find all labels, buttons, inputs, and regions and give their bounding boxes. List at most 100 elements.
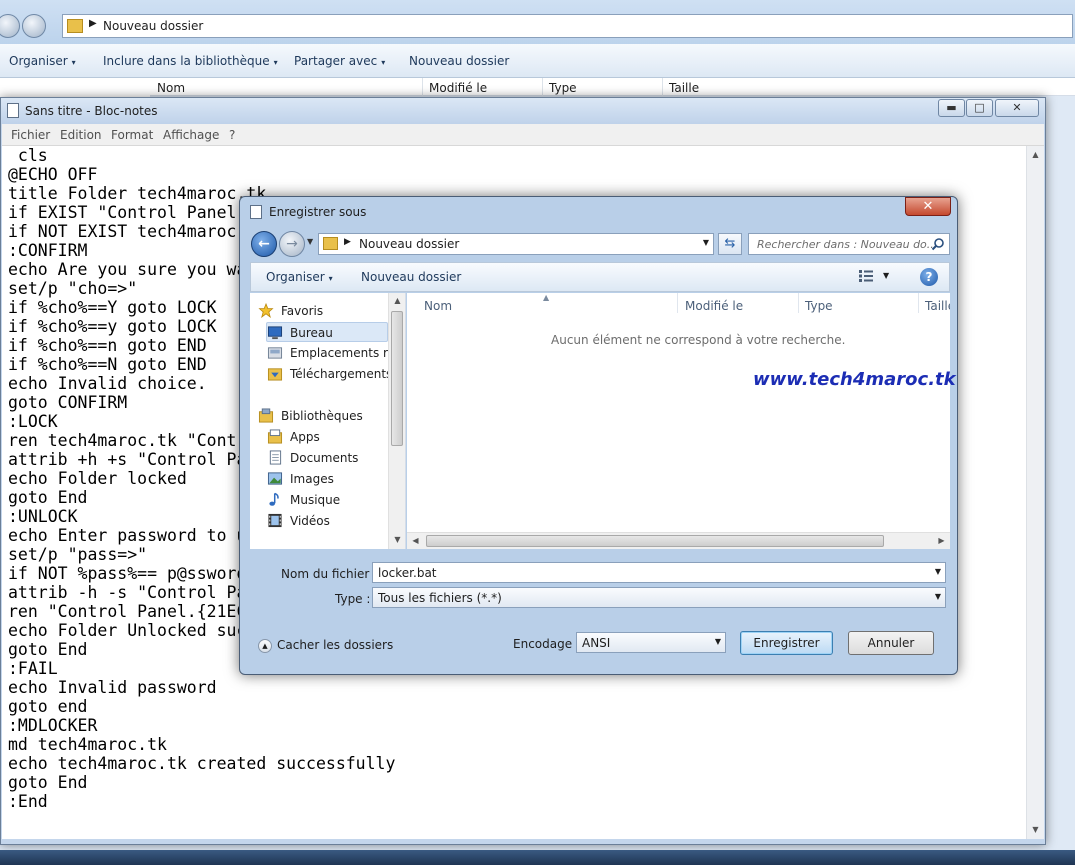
nav-item-downloads[interactable]: Téléchargements bbox=[267, 364, 392, 384]
menu-format[interactable]: Format bbox=[111, 128, 153, 142]
downloads-icon bbox=[267, 368, 283, 381]
nav-pane-scroll-thumb[interactable] bbox=[391, 311, 403, 446]
scroll-up-arrow-icon[interactable]: ▲ bbox=[1027, 147, 1044, 163]
watermark-text: www.tech4maroc.tk bbox=[753, 369, 956, 390]
nav-item-bibliotheques[interactable]: Bibliothèques bbox=[258, 406, 388, 426]
hide-folders-toggle[interactable]: ▲ Cacher les dossiers bbox=[258, 638, 393, 653]
scroll-left-arrow-icon[interactable]: ◀ bbox=[407, 533, 424, 549]
nav-item-recent-places[interactable]: Emplacements ré bbox=[267, 343, 395, 363]
code-line: set/p "pass=>" bbox=[8, 545, 148, 564]
menu-help[interactable]: ? bbox=[229, 128, 235, 142]
help-button[interactable]: ? bbox=[920, 268, 938, 286]
explorer-address-bar[interactable]: ▶ Nouveau dossier bbox=[62, 14, 1073, 38]
back-button[interactable] bbox=[0, 14, 20, 38]
scroll-down-arrow-icon[interactable]: ▼ bbox=[1027, 822, 1044, 838]
notepad-title: Sans titre - Bloc-notes bbox=[25, 104, 158, 118]
view-options-icon[interactable] bbox=[859, 270, 873, 282]
file-column-modified[interactable]: Modifié le bbox=[685, 299, 743, 313]
file-column-type[interactable]: Type bbox=[805, 299, 833, 313]
file-type-select[interactable]: Tous les fichiers (*.*) ▼ bbox=[372, 587, 946, 608]
code-line: :UNLOCK bbox=[8, 507, 78, 526]
code-line: @ECHO OFF bbox=[8, 165, 98, 184]
save-button[interactable]: Enregistrer bbox=[740, 631, 833, 655]
column-modified[interactable]: Modifié le bbox=[429, 81, 487, 95]
encoding-select[interactable]: ANSI ▼ bbox=[576, 632, 726, 653]
code-line: :LOCK bbox=[8, 412, 58, 431]
explorer-new-folder-button[interactable]: Nouveau dossier bbox=[409, 54, 509, 68]
explorer-column-headers: Nom Modifié le Type Taille bbox=[150, 78, 1075, 96]
column-name[interactable]: Nom bbox=[157, 81, 185, 95]
code-line: if %cho%==N goto END bbox=[8, 355, 207, 374]
scroll-right-arrow-icon[interactable]: ▶ bbox=[933, 533, 950, 549]
column-type[interactable]: Type bbox=[549, 81, 577, 95]
nav-item-apps[interactable]: Apps bbox=[267, 427, 389, 447]
dialog-new-folder-button[interactable]: Nouveau dossier bbox=[361, 270, 461, 284]
sort-arrow-icon: ▲ bbox=[543, 293, 550, 302]
nav-pane-scrollbar[interactable]: ▲ ▼ bbox=[388, 293, 405, 549]
forward-button[interactable] bbox=[22, 14, 46, 38]
notepad-vertical-scrollbar[interactable]: ▲ ▼ bbox=[1026, 146, 1044, 839]
refresh-button[interactable]: ⇆ bbox=[718, 233, 742, 255]
type-label: Type : bbox=[335, 592, 371, 606]
notepad-menubar: Fichier Edition Format Affichage ? bbox=[2, 124, 1044, 146]
column-size[interactable]: Taille bbox=[669, 81, 699, 95]
code-line: echo Invalid password bbox=[8, 678, 217, 697]
nav-item-videos[interactable]: Vidéos bbox=[267, 511, 389, 531]
dialog-forward-button[interactable]: → bbox=[279, 231, 305, 257]
code-line: :CONFIRM bbox=[8, 241, 88, 260]
filename-label: Nom du fichier : bbox=[281, 567, 378, 581]
chevron-down-icon[interactable]: ▼ bbox=[935, 567, 941, 576]
file-list-scroll-thumb[interactable] bbox=[426, 535, 884, 547]
close-button[interactable]: ✕ bbox=[995, 99, 1039, 117]
nav-item-favoris[interactable]: Favoris bbox=[258, 301, 388, 321]
nav-item-musique[interactable]: Musique bbox=[267, 490, 389, 510]
organise-menu[interactable]: Organiser ▾ bbox=[9, 54, 76, 68]
include-library-menu[interactable]: Inclure dans la bibliothèque ▾ bbox=[103, 54, 278, 68]
code-line: cls bbox=[8, 146, 48, 165]
filename-input[interactable]: locker.bat ▼ bbox=[372, 562, 946, 583]
scroll-up-arrow-icon[interactable]: ▲ bbox=[389, 293, 406, 309]
dialog-close-button[interactable]: ✕ bbox=[905, 197, 951, 216]
dialog-back-button[interactable]: ← bbox=[251, 231, 277, 257]
code-line: if %cho%==n goto END bbox=[8, 336, 207, 355]
chevron-down-icon[interactable]: ▼ bbox=[935, 592, 941, 601]
nav-item-bureau[interactable]: Bureau bbox=[266, 322, 388, 342]
search-input[interactable]: Rechercher dans : Nouveau do... bbox=[748, 233, 950, 255]
code-line: if %cho%==Y goto LOCK bbox=[8, 298, 217, 317]
music-icon bbox=[269, 492, 279, 506]
file-column-name[interactable]: Nom bbox=[424, 299, 452, 313]
code-line: set/p "cho=>" bbox=[8, 279, 138, 298]
dialog-organise-menu[interactable]: Organiser ▾ bbox=[266, 270, 333, 284]
minimize-button[interactable]: ▬ bbox=[938, 99, 965, 117]
code-line: :End bbox=[8, 792, 48, 811]
share-with-menu[interactable]: Partager avec ▾ bbox=[294, 54, 385, 68]
cancel-button[interactable]: Annuler bbox=[848, 631, 934, 655]
dialog-navigation-pane: Favoris Bureau Emplacements ré Télécharg… bbox=[250, 293, 406, 549]
chevron-down-icon[interactable]: ▼ bbox=[703, 238, 709, 247]
chevron-down-icon[interactable]: ▼ bbox=[715, 637, 721, 646]
libraries-icon bbox=[258, 408, 274, 423]
nav-item-documents[interactable]: Documents bbox=[267, 448, 389, 468]
encoding-label: Encodage : bbox=[513, 637, 580, 651]
code-line: goto End bbox=[8, 640, 88, 659]
search-icon[interactable] bbox=[931, 237, 945, 251]
file-list-horizontal-scrollbar[interactable]: ◀ ▶ bbox=[407, 532, 950, 549]
breadcrumb-arrow-icon: ▶ bbox=[344, 237, 351, 247]
file-column-size[interactable]: Taille bbox=[925, 299, 950, 313]
code-line: goto End bbox=[8, 488, 88, 507]
view-dropdown-icon[interactable]: ▼ bbox=[883, 271, 889, 280]
maximize-button[interactable]: □ bbox=[966, 99, 993, 117]
menu-edition[interactable]: Edition bbox=[60, 128, 102, 142]
code-line: md tech4maroc.tk bbox=[8, 735, 167, 754]
code-line: goto CONFIRM bbox=[8, 393, 128, 412]
dialog-address-bar[interactable]: ▶ Nouveau dossier ▼ bbox=[318, 233, 714, 255]
menu-affichage[interactable]: Affichage bbox=[163, 128, 219, 142]
menu-fichier[interactable]: Fichier bbox=[11, 128, 50, 142]
scroll-down-arrow-icon[interactable]: ▼ bbox=[389, 532, 406, 548]
code-line: echo Invalid choice. bbox=[8, 374, 207, 393]
nav-item-images[interactable]: Images bbox=[267, 469, 389, 489]
recent-pages-dropdown-icon[interactable]: ▼ bbox=[307, 237, 313, 246]
save-as-dialog: Enregistrer sous ✕ ← → ▼ ▶ Nouveau dossi… bbox=[239, 196, 958, 675]
notepad-titlebar: Sans titre - Bloc-notes ▬ □ ✕ bbox=[1, 98, 1045, 124]
breadcrumb-arrow-icon: ▶ bbox=[89, 18, 97, 29]
